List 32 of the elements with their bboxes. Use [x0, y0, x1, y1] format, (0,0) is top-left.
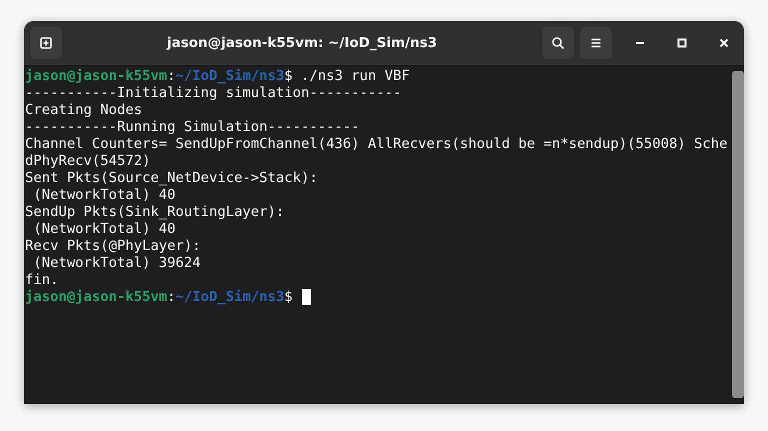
output-line: Sent Pkts(Source_NetDevice->Stack): — [25, 170, 318, 187]
output-line: (NetworkTotal) 39624 — [32, 255, 201, 272]
prompt-path: ~/IoD_Sim/ns3 — [176, 68, 284, 85]
window-title: jason@jason-k55vm: ~/IoD_Sim/ns3 — [166, 35, 438, 51]
minimize-icon — [636, 42, 644, 44]
output-line: Recv Pkts(@PhyLayer): — [25, 238, 201, 255]
new-tab-button[interactable] — [30, 27, 62, 59]
command-text: ./ns3 run VBF — [300, 68, 410, 85]
output-line: SendUp Pkts(Sink_RoutingLayer): — [25, 204, 284, 221]
scrollbar-thumb[interactable] — [732, 71, 744, 398]
close-icon — [717, 36, 731, 50]
prompt-path: ~/IoD_Sim/ns3 — [176, 289, 284, 306]
prompt-colon: : — [167, 289, 176, 306]
search-icon — [551, 36, 565, 50]
plus-square-icon — [39, 36, 53, 50]
output-line: (NetworkTotal) 40 — [32, 187, 176, 204]
prompt-dollar: $ — [284, 68, 293, 85]
output-line: fin. — [25, 272, 58, 289]
menu-icon — [589, 36, 603, 50]
prompt-colon: : — [167, 68, 176, 85]
maximize-icon — [675, 36, 689, 50]
output-line: Channel Counters= SendUpFromChannel(436) AllRecvers(should be =n*sendup)(55008) Sche — [25, 136, 728, 153]
menu-button[interactable] — [580, 27, 612, 59]
output-line: -----------Running Simulation----------- — [25, 119, 360, 136]
output-line: Creating Nodes — [25, 102, 142, 119]
search-button[interactable] — [542, 27, 574, 59]
output-line: -----------Initializing simulation----------- — [25, 85, 402, 102]
prompt-dollar: $ — [284, 289, 293, 306]
prompt-user: jason@jason-k55vm — [25, 289, 168, 306]
prompt-user: jason@jason-k55vm — [25, 68, 168, 85]
output-line: (NetworkTotal) 40 — [32, 221, 176, 238]
output-line: dPhyRecv(54572) — [25, 153, 150, 170]
